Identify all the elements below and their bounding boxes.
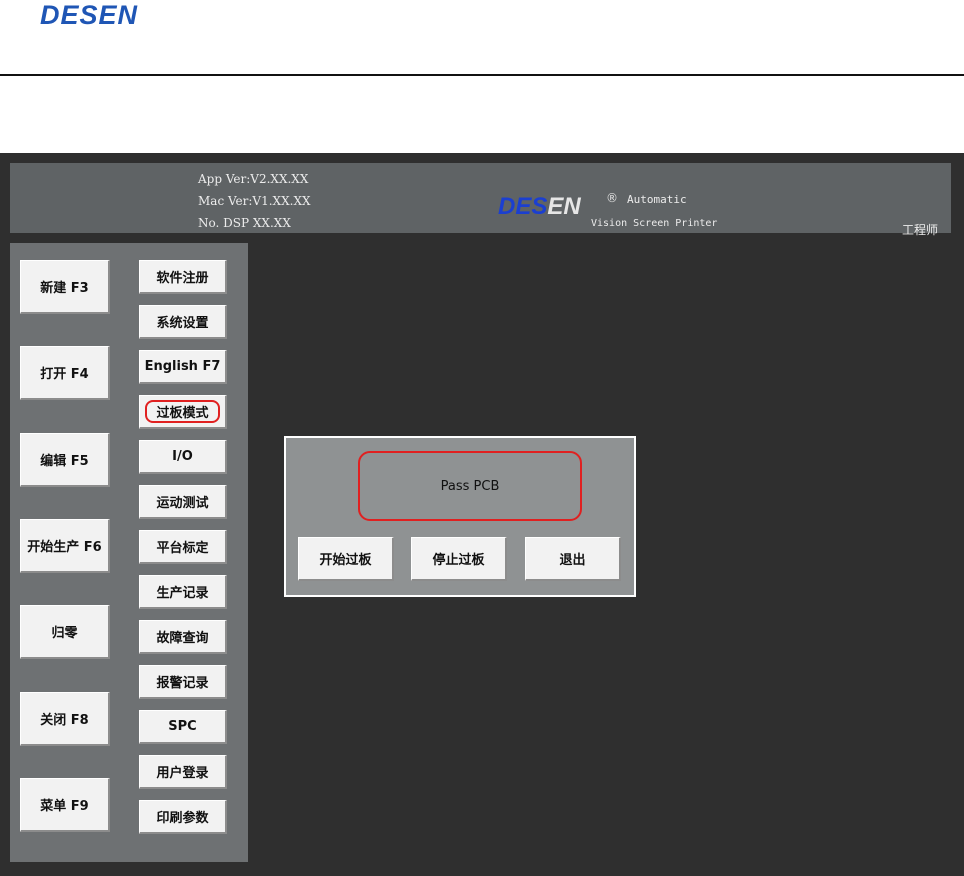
header-logo-main: DES bbox=[498, 193, 548, 220]
product-name-line1: Automatic bbox=[627, 193, 687, 206]
header-divider bbox=[0, 74, 964, 76]
desen-logo: DESEN bbox=[40, 0, 139, 30]
app-version: App Ver:V2.XX.XX bbox=[198, 172, 309, 186]
edit-button[interactable]: 编辑 F5 bbox=[20, 433, 110, 487]
exit-button[interactable]: 退出 bbox=[525, 537, 621, 581]
stop-pass-board-button[interactable]: 停止过板 bbox=[411, 537, 507, 581]
user-login-button[interactable]: 用户登录 bbox=[139, 755, 227, 789]
header-logo: DESEN bbox=[498, 192, 581, 222]
system-settings-button[interactable]: 系统设置 bbox=[139, 305, 227, 339]
platform-calibration-button[interactable]: 平台标定 bbox=[139, 530, 227, 564]
close-button[interactable]: 关闭 F8 bbox=[20, 692, 110, 746]
application-window: App Ver:V2.XX.XX Mac Ver:V1.XX.XX No. DS… bbox=[0, 153, 964, 876]
mac-version: Mac Ver:V1.XX.XX bbox=[198, 194, 311, 208]
product-name-line2: Vision Screen Printer bbox=[591, 218, 718, 229]
menu-button[interactable]: 菜单 F9 bbox=[20, 778, 110, 832]
app-header: App Ver:V2.XX.XX Mac Ver:V1.XX.XX No. DS… bbox=[10, 163, 951, 237]
spc-button[interactable]: SPC bbox=[139, 710, 227, 744]
dsp-number: No. DSP XX.XX bbox=[198, 216, 291, 230]
open-button[interactable]: 打开 F4 bbox=[20, 346, 110, 400]
pass-board-mode-button[interactable]: 过板模式 bbox=[139, 395, 227, 429]
io-button[interactable]: I/O bbox=[139, 440, 227, 474]
header-logo-tail: EN bbox=[547, 193, 581, 220]
user-role: 工程师 bbox=[901, 223, 938, 237]
start-pass-board-button[interactable]: 开始过板 bbox=[298, 537, 394, 581]
production-record-button[interactable]: 生产记录 bbox=[139, 575, 227, 609]
pass-pcb-dialog: Pass PCB 开始过板 停止过板 退出 bbox=[284, 436, 636, 597]
fault-query-button[interactable]: 故障查询 bbox=[139, 620, 227, 654]
registered-mark: ® bbox=[606, 191, 618, 205]
left-panel: 新建 F3 打开 F4 编辑 F5 开始生产 F6 归零 关闭 F8 菜单 F9… bbox=[10, 243, 248, 862]
start-production-button[interactable]: 开始生产 F6 bbox=[20, 519, 110, 573]
home-button[interactable]: 归零 bbox=[20, 605, 110, 659]
print-parameters-button[interactable]: 印刷参数 bbox=[139, 800, 227, 834]
motion-test-button[interactable]: 运动测试 bbox=[139, 485, 227, 519]
english-button[interactable]: English F7 bbox=[139, 350, 227, 384]
software-register-button[interactable]: 软件注册 bbox=[139, 260, 227, 294]
alarm-record-button[interactable]: 报警记录 bbox=[139, 665, 227, 699]
pass-pcb-status: Pass PCB bbox=[358, 451, 582, 521]
new-button[interactable]: 新建 F3 bbox=[20, 260, 110, 314]
